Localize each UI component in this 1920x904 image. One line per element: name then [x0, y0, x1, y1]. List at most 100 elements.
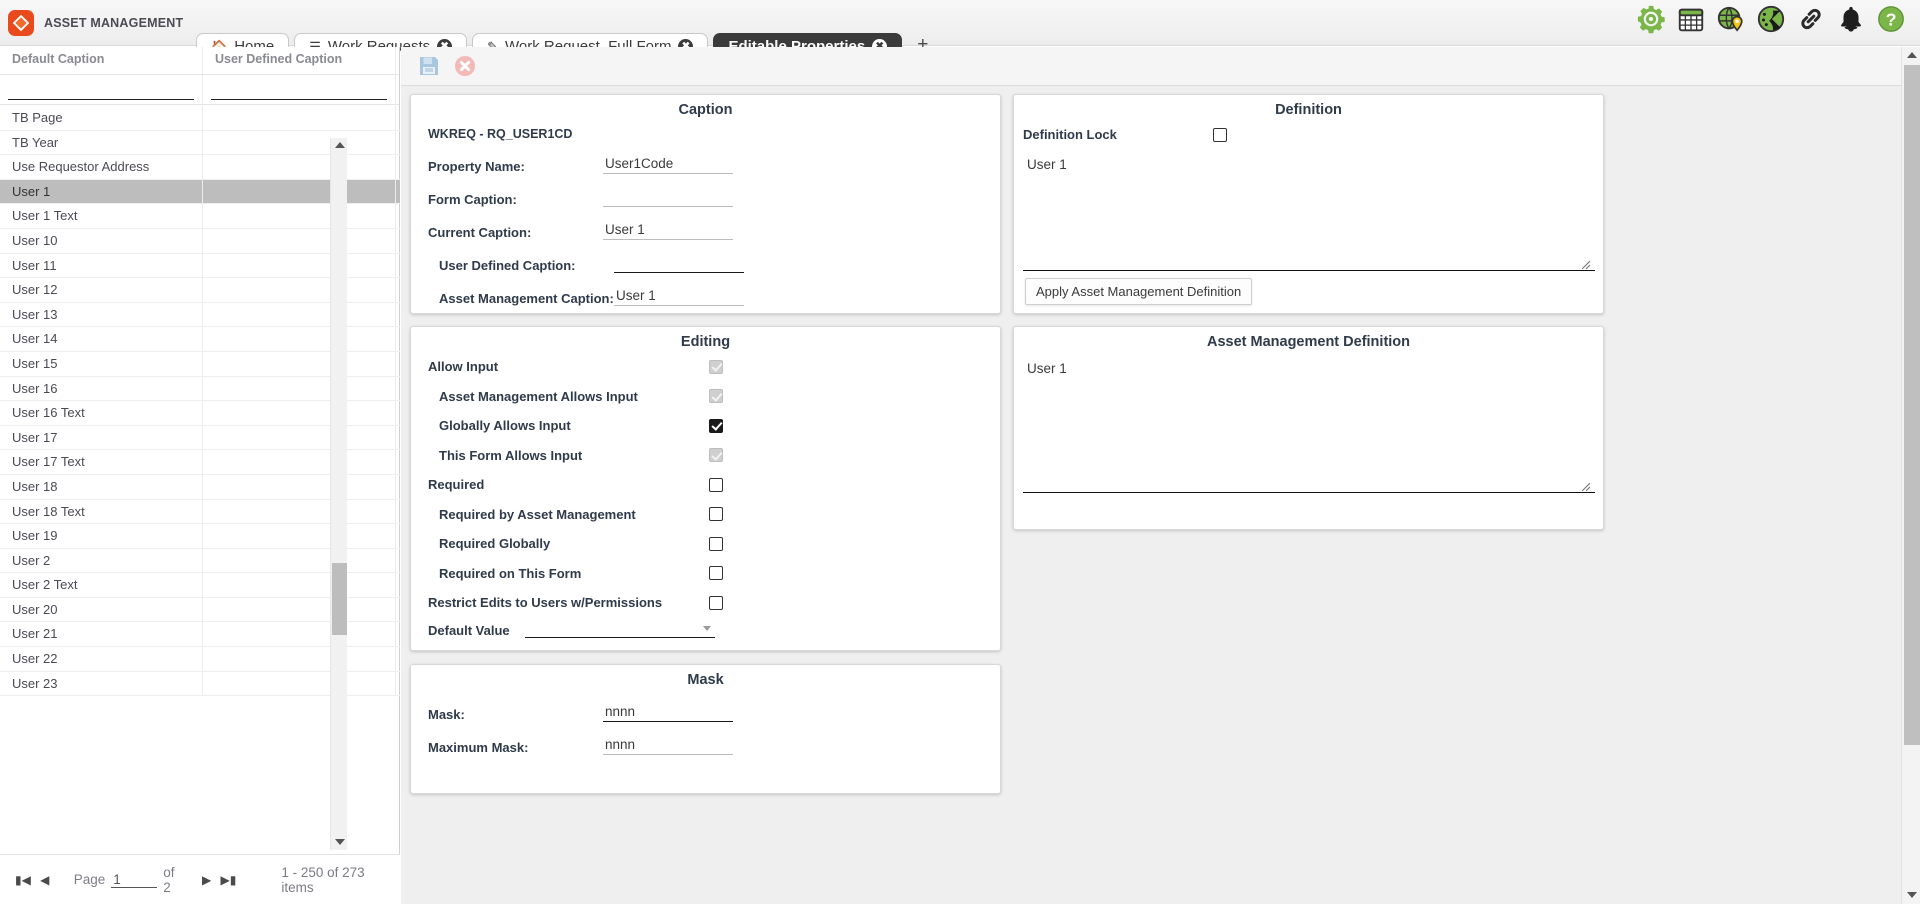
last-page-icon[interactable]: ▶▮ [218, 873, 240, 887]
grid-column-default-caption[interactable]: Default Caption [0, 47, 203, 74]
definition-lock-label: Definition Lock [1023, 127, 1117, 142]
editing-row-checkbox[interactable] [709, 595, 723, 610]
default-value-input[interactable] [525, 619, 715, 638]
editing-row: Required on This Form [439, 566, 999, 581]
editing-row-label: Required by Asset Management [439, 506, 636, 522]
page-scroll-down-icon[interactable] [1902, 887, 1920, 904]
help-icon[interactable]: ? [1876, 4, 1906, 34]
cell-default-caption: User 19 [0, 524, 203, 548]
cell-user-defined-caption [203, 302, 396, 327]
form-caption-input[interactable] [603, 188, 733, 207]
default-value-label: Default Value [428, 623, 510, 638]
maximum-mask-input[interactable] [603, 736, 733, 755]
user-defined-caption-input[interactable] [614, 254, 744, 273]
editing-row: Allow Input [428, 359, 988, 374]
editing-row: Globally Allows Input [439, 418, 999, 433]
cell-default-caption: User 1 Text [0, 204, 203, 228]
filter-input-default-caption[interactable] [8, 79, 194, 100]
mask-card-title: Mask [687, 672, 724, 688]
editing-card: Editing Allow Input Asset Management Allo… [410, 326, 1001, 651]
definition-lock-checkbox[interactable] [1213, 127, 1227, 142]
first-page-icon[interactable]: ▮◀ [12, 873, 34, 887]
cell-user-defined-caption [203, 499, 396, 524]
cell-user-defined-caption [203, 401, 396, 425]
page-label: Page [73, 872, 106, 887]
asset-management-definition-card: Asset Management Definition [1013, 326, 1604, 530]
mask-input[interactable] [603, 703, 733, 722]
filter-cell-user-defined-caption [203, 75, 396, 104]
previous-page-icon[interactable]: ◀ [34, 873, 56, 887]
editing-row: Asset Management Allows Input [439, 389, 999, 404]
page-scroll-thumb[interactable] [1904, 65, 1920, 745]
cell-user-defined-caption [203, 474, 396, 499]
cell-user-defined-caption [203, 647, 396, 671]
command-bar [401, 47, 1901, 86]
chevron-down-icon[interactable] [703, 626, 711, 631]
cell-default-caption: User 10 [0, 228, 203, 253]
grid-scroll-up-icon[interactable] [331, 138, 348, 153]
cell-user-defined-caption [203, 548, 396, 573]
definition-card: Definition Definition Lock Apply Asset M… [1013, 94, 1604, 314]
page-number-input[interactable] [111, 871, 158, 888]
globe-pin-icon[interactable] [1716, 4, 1746, 34]
caption-card-title: Caption [678, 102, 733, 118]
editing-row-checkbox[interactable] [709, 477, 723, 492]
cell-user-defined-caption [203, 376, 396, 401]
bell-icon[interactable] [1836, 4, 1866, 34]
link-icon[interactable] [1796, 4, 1826, 34]
current-caption-input[interactable] [603, 221, 733, 240]
cell-default-caption: User 22 [0, 647, 203, 671]
cell-default-caption: User 11 [0, 253, 203, 278]
page-scrollbar[interactable] [1901, 47, 1920, 904]
current-caption-label: Current Caption: [428, 225, 532, 240]
cell-default-caption: User 18 Text [0, 499, 203, 524]
cell-default-caption: User 15 [0, 351, 203, 376]
save-icon[interactable] [417, 54, 441, 78]
gear-icon[interactable] [1636, 4, 1666, 34]
calendar-icon[interactable] [1676, 4, 1706, 34]
cell-user-defined-caption [203, 106, 396, 130]
editing-row-checkbox[interactable] [709, 566, 723, 580]
cancel-icon[interactable] [453, 54, 477, 78]
editing-row-checkbox[interactable] [709, 507, 723, 521]
svg-text:?: ? [1886, 10, 1897, 30]
item-range-label: 1 - 250 of 273 items [281, 864, 365, 895]
grid-scrollbar[interactable] [330, 138, 347, 850]
grid-header: Default Caption User Defined Caption [0, 47, 399, 75]
editing-row-checkbox[interactable] [709, 418, 723, 433]
editing-row-checkbox[interactable] [709, 536, 723, 551]
apply-asset-management-definition-button[interactable]: Apply Asset Management Definition [1025, 278, 1253, 305]
cell-default-caption: User 13 [0, 302, 203, 327]
next-page-icon[interactable]: ▶ [196, 873, 218, 887]
cell-default-caption: User 16 [0, 376, 203, 401]
brand-label: ASSET MANAGEMENT [44, 16, 184, 30]
filter-input-user-defined-caption[interactable] [211, 79, 387, 100]
editing-row-label: This Form Allows Input [439, 447, 583, 463]
cell-user-defined-caption [203, 524, 396, 548]
asset-management-definition-textarea[interactable] [1023, 359, 1595, 493]
asset-management-caption-input[interactable] [614, 287, 744, 306]
cell-default-caption: User 21 [0, 622, 203, 647]
page-count-label: of 2 [163, 864, 175, 895]
cell-default-caption: User 17 [0, 425, 203, 450]
caption-card: Caption WKREQ - RQ_USER1CD Property Name… [410, 94, 1001, 314]
grid-scroll-down-icon[interactable] [331, 835, 348, 850]
property-name-input[interactable] [603, 155, 733, 174]
cell-user-defined-caption [203, 327, 396, 351]
user-defined-caption-label: User Defined Caption: [439, 258, 576, 273]
cell-user-defined-caption [203, 450, 396, 474]
grid-scroll-thumb[interactable] [332, 563, 347, 635]
grid-pager: ▮◀ ◀ Page of 2 ▶ ▶▮ 1 - 250 of 273 items [0, 854, 400, 904]
page-scroll-up-icon[interactable] [1902, 47, 1920, 64]
cell-default-caption: User 2 [0, 548, 203, 573]
editing-row-label: Required [428, 477, 485, 492]
table-row[interactable]: TB Page [0, 106, 400, 131]
definition-textarea[interactable] [1023, 155, 1595, 271]
grid-column-user-defined-caption[interactable]: User Defined Caption [203, 47, 396, 74]
cell-default-caption: TB Page [0, 106, 203, 130]
cell-default-caption: User 12 [0, 278, 203, 302]
cell-default-caption: User 18 [0, 474, 203, 499]
dashboard-icon[interactable] [1756, 4, 1786, 34]
cell-default-caption: User 14 [0, 327, 203, 351]
cell-default-caption: User 20 [0, 597, 203, 622]
